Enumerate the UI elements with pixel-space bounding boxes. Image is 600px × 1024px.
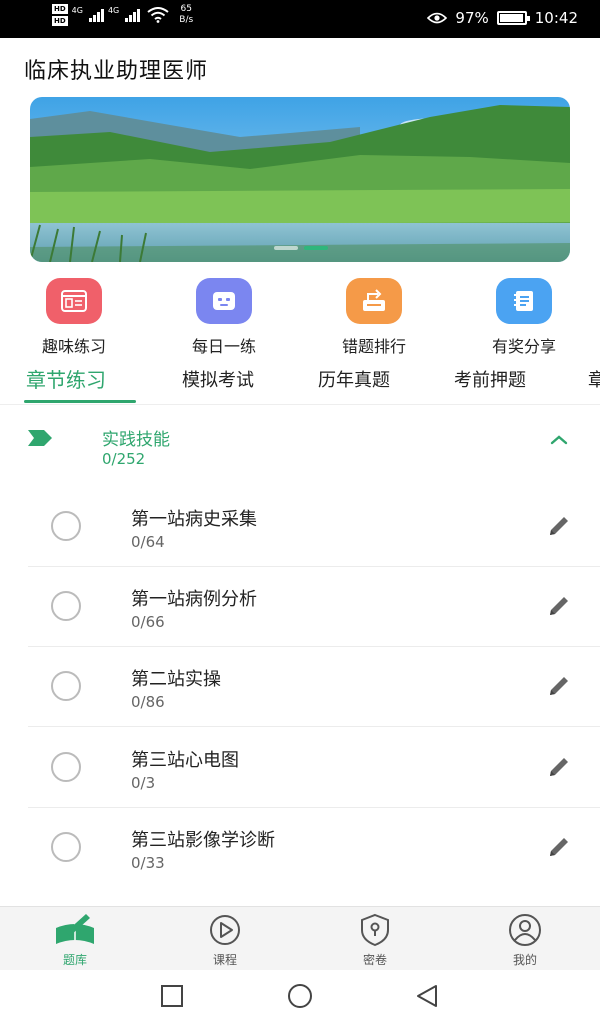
- exam-paper-icon: [46, 278, 102, 324]
- nav-label: 密卷: [362, 953, 387, 967]
- list-item[interactable]: 第三站影像学诊断 0/33: [0, 808, 600, 888]
- nav-courses[interactable]: 课程: [180, 911, 270, 968]
- list-item[interactable]: 第二站实操 0/86: [0, 647, 600, 727]
- page-title: 临床执业助理医师: [24, 59, 209, 84]
- user-icon: [480, 911, 570, 949]
- pencil-icon[interactable]: [546, 513, 572, 539]
- section-progress: 0/3: [131, 774, 156, 792]
- question-bank-icon: [30, 911, 120, 949]
- nav-label: 题库: [62, 953, 87, 967]
- list-item[interactable]: 第一站病例分析 0/66: [0, 567, 600, 647]
- tab-overflow[interactable]: 章: [588, 366, 600, 392]
- radio-button[interactable]: [51, 671, 81, 701]
- bottom-nav: 题库 课程 密卷 我的: [0, 906, 600, 970]
- radio-button[interactable]: [51, 752, 81, 782]
- pencil-icon[interactable]: [546, 593, 572, 619]
- carousel-dot: [274, 246, 298, 250]
- shield-lock-icon: [330, 911, 420, 949]
- carousel-dot-active: [304, 246, 328, 250]
- pencil-icon[interactable]: [546, 754, 572, 780]
- section-progress: 0/86: [131, 693, 165, 711]
- speed-unit: B/s: [179, 15, 194, 25]
- tab-past-papers[interactable]: 历年真题: [318, 366, 390, 392]
- pencil-icon[interactable]: [546, 673, 572, 699]
- status-bar: HD HD 4G 4G 65 B/s 97% 10:42: [0, 0, 600, 38]
- network-type: 4G: [71, 6, 83, 15]
- radio-button[interactable]: [51, 511, 81, 541]
- chapter-progress: 0/252: [102, 450, 146, 468]
- section-title: 第一站病史采集: [131, 509, 257, 530]
- nav-profile[interactable]: 我的: [480, 911, 570, 968]
- network-type: 4G: [107, 6, 120, 15]
- quick-actions: 趣味练习 每日一练 错题排行 有奖分享: [0, 278, 600, 358]
- share-book-icon: [496, 278, 552, 324]
- system-nav-bar: [0, 970, 600, 1024]
- quick-action-label: 趣味练习: [41, 337, 106, 356]
- clock: 10:42: [534, 9, 578, 27]
- section-title: 第三站影像学诊断: [131, 830, 275, 851]
- radio-button[interactable]: [51, 832, 81, 862]
- signal-icon: [88, 8, 104, 22]
- carousel-indicator: [274, 246, 328, 250]
- list-item[interactable]: 第三站心电图 0/3: [0, 728, 600, 808]
- hd-badge: HD: [52, 4, 68, 14]
- tab-chapter-practice[interactable]: 章节练习: [26, 364, 106, 393]
- category-tabs: 章节练习 模拟考试 历年真题 考前押题 章: [0, 360, 600, 406]
- quick-action-label: 每日一练: [191, 337, 256, 356]
- wrong-rank-icon: [346, 278, 402, 324]
- section-title: 第二站实操: [131, 669, 221, 690]
- section-title: 第一站病例分析: [131, 589, 257, 610]
- quick-action-label: 错题排行: [341, 337, 406, 356]
- quick-action-reward-share[interactable]: 有奖分享: [464, 278, 584, 357]
- eye-icon: [427, 12, 448, 24]
- radio-button[interactable]: [51, 591, 81, 621]
- banner-carousel[interactable]: [30, 97, 570, 262]
- section-title: 第三站心电图: [131, 750, 239, 771]
- chapter-header[interactable]: 实践技能 0/252: [0, 405, 600, 480]
- nav-secret-papers[interactable]: 密卷: [330, 911, 420, 968]
- home-icon[interactable]: [287, 984, 313, 1010]
- robot-face-icon: [196, 278, 252, 324]
- network-speed: 65 B/s: [179, 4, 193, 26]
- section-progress: 0/66: [131, 613, 165, 631]
- recent-apps-icon[interactable]: [160, 984, 184, 1008]
- tab-pre-exam-prediction[interactable]: 考前押题: [454, 366, 526, 392]
- active-tab-indicator: [24, 400, 136, 403]
- chapter-title: 实践技能: [102, 430, 170, 450]
- battery-icon: [496, 11, 530, 25]
- pencil-icon[interactable]: [546, 834, 572, 860]
- back-icon[interactable]: [414, 984, 440, 1010]
- signal-area: HD HD 4G 4G 65 B/s: [52, 4, 193, 26]
- list-item[interactable]: 第一站病史采集 0/64: [0, 487, 600, 567]
- section-progress: 0/64: [131, 533, 165, 551]
- chevron-up-icon[interactable]: [548, 433, 570, 447]
- battery-percent: 97%: [455, 9, 489, 27]
- speed-value: 65: [180, 4, 192, 14]
- banner-image: [30, 97, 570, 262]
- quick-action-fun-practice[interactable]: 趣味练习: [14, 278, 134, 357]
- quick-action-daily-practice[interactable]: 每日一练: [164, 278, 284, 357]
- signal-icon: [125, 8, 141, 22]
- wifi-icon: [147, 7, 169, 23]
- tab-mock-exam[interactable]: 模拟考试: [182, 366, 254, 392]
- nav-label: 课程: [212, 953, 237, 967]
- section-progress: 0/33: [131, 854, 165, 872]
- play-circle-icon: [180, 911, 270, 949]
- nav-label: 我的: [512, 953, 537, 967]
- quick-action-wrong-ranking[interactable]: 错题排行: [314, 278, 434, 357]
- quick-action-label: 有奖分享: [491, 337, 556, 356]
- chapter-flag-icon: [28, 430, 52, 446]
- nav-question-bank[interactable]: 题库: [30, 911, 120, 968]
- status-right: 97% 10:42: [427, 9, 578, 27]
- divider: [28, 726, 600, 727]
- hd-badge: HD: [52, 16, 68, 26]
